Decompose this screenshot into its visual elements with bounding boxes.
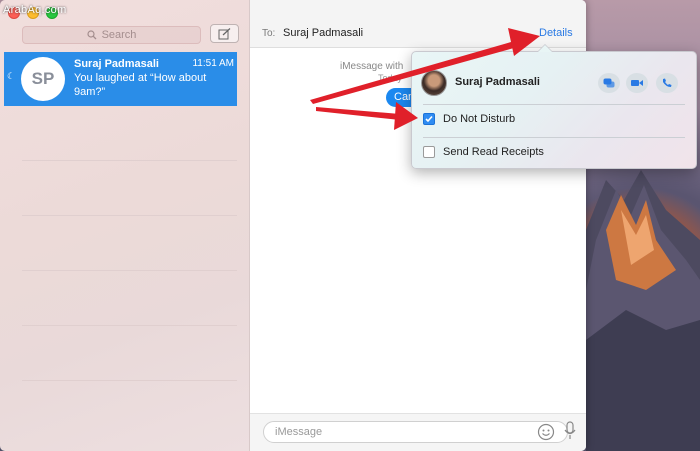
phone-call-button[interactable] [656,73,678,93]
contact-avatar [421,70,447,96]
details-popover: Suraj Padmasali Do Not Disturb Send Read… [411,44,697,169]
list-divider [22,160,237,161]
conversation-header: To: Suraj Padmasali Details [250,0,586,48]
message-button[interactable] [598,73,620,93]
sidebar: ArabAq.com Search ☾ SP Suraj Padmasali 1… [0,0,250,451]
conversation-time: 11:51 AM [192,58,234,69]
service-info: iMessage with [340,61,404,72]
watermark-text: ArabAq.com [3,4,67,16]
conversation-preview: You laughed at “How about 9am?” [74,72,207,98]
do-not-disturb-moon-icon: ☾ [7,71,16,81]
compose-button[interactable] [210,24,239,43]
read-receipts-checkbox[interactable] [423,146,435,158]
list-divider [22,270,237,271]
read-receipts-label: Send Read Receipts [443,146,544,158]
date-label: Today [378,73,403,83]
composer-bar: iMessage [250,413,586,451]
mountain-wallpaper [586,170,700,451]
popover-divider [423,137,685,138]
search-field[interactable]: Search [22,26,201,44]
recipient-name: Suraj Padmasali [283,27,364,39]
search-placeholder: Search [101,29,137,41]
do-not-disturb-checkbox[interactable] [423,113,435,125]
search-icon [86,30,97,40]
contact-name: Suraj Padmasali [455,76,540,88]
avatar: SP [21,57,65,101]
conversation-name: Suraj Padmasali [74,58,159,70]
list-divider [22,380,237,381]
read-receipts-row[interactable]: Send Read Receipts [423,146,544,158]
message-input[interactable]: iMessage [263,421,568,443]
list-divider [22,215,237,216]
conversation-item[interactable]: ☾ SP Suraj Padmasali 11:51 AM You laughe… [4,52,237,106]
to-label: To: [262,28,276,39]
microphone-icon[interactable] [563,421,577,441]
video-call-button[interactable] [626,73,648,93]
popover-divider [423,104,685,105]
phone-icon [663,78,672,87]
compose-icon [218,27,231,39]
do-not-disturb-label: Do Not Disturb [443,113,516,125]
emoji-icon[interactable] [537,423,555,441]
details-button[interactable]: Details [539,27,573,39]
list-divider [22,325,237,326]
do-not-disturb-row[interactable]: Do Not Disturb [423,113,515,125]
checkmark-icon [425,115,433,123]
message-icon [603,78,615,88]
video-call-icon [631,80,643,86]
